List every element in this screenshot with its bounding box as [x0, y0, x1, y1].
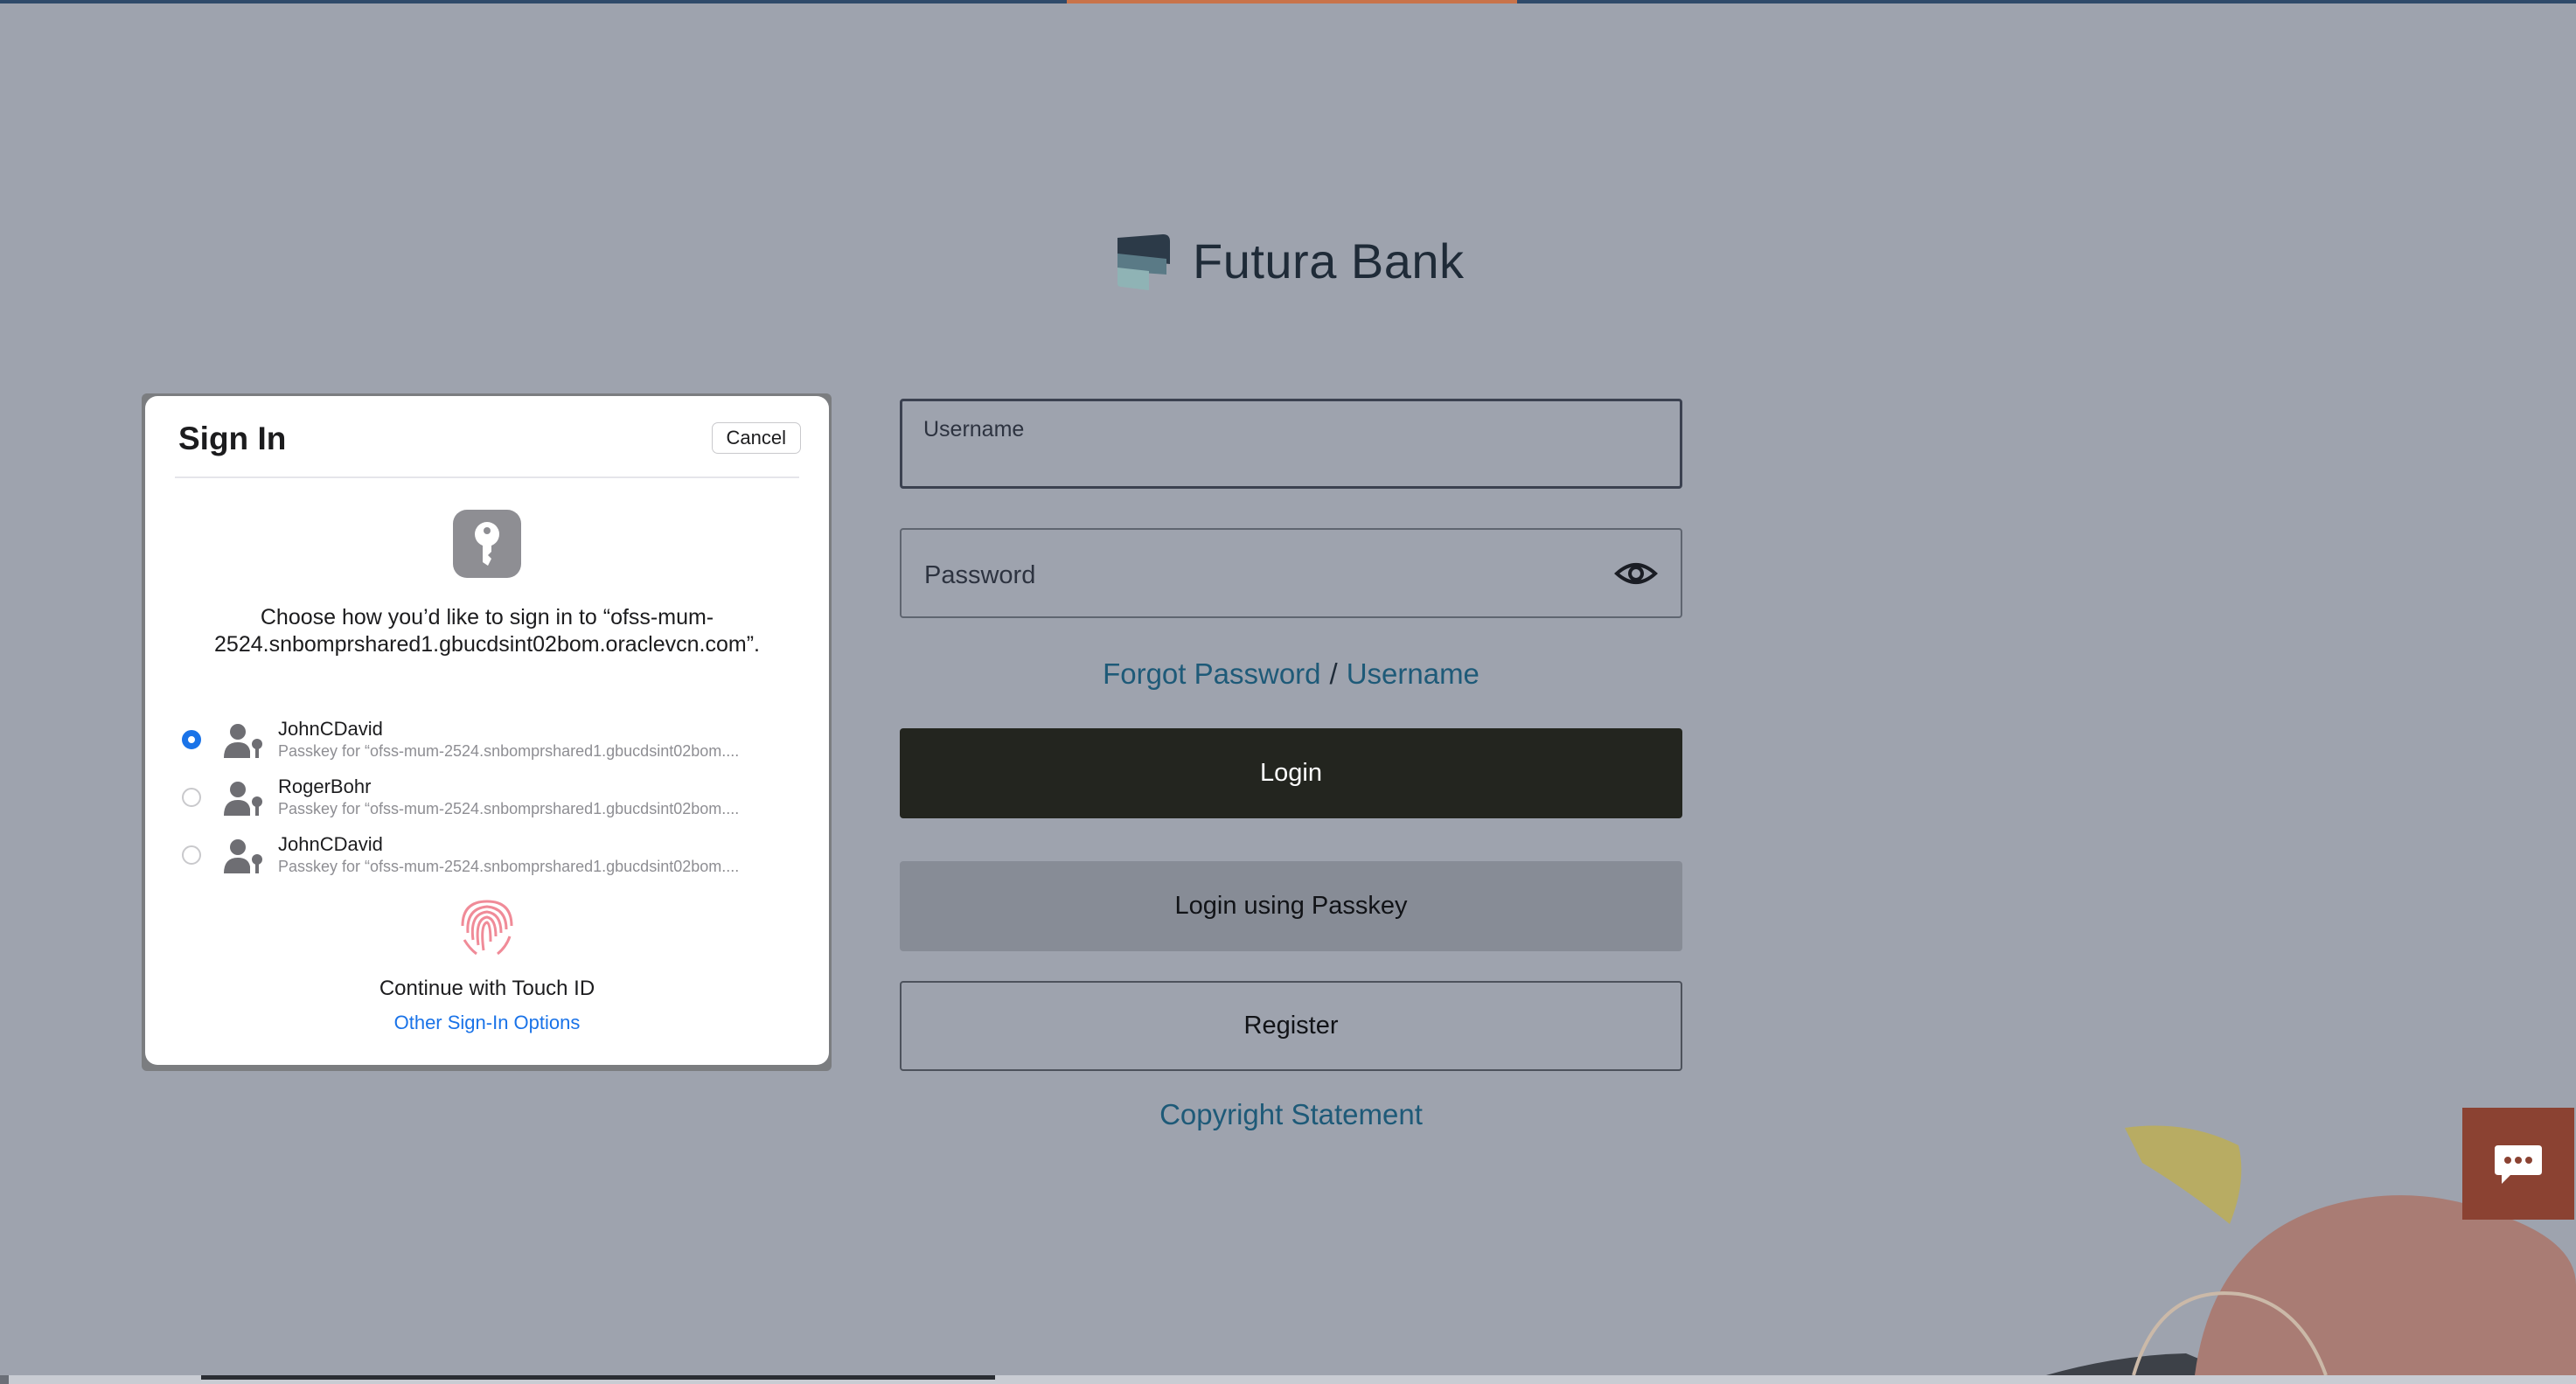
copyright-link[interactable]: Copyright Statement — [900, 1098, 1682, 1131]
username-label: Username — [923, 417, 1025, 442]
register-button[interactable]: Register — [900, 981, 1682, 1071]
account-name: JohnCDavid — [278, 718, 383, 740]
login-passkey-button[interactable]: Login using Passkey — [900, 861, 1682, 951]
person-key-icon — [224, 839, 262, 873]
account-name: RogerBohr — [278, 775, 372, 797]
touch-id-label: Continue with Touch ID — [379, 977, 595, 1000]
account-name: JohnCDavid — [278, 833, 383, 855]
top-bar-accent — [1067, 0, 1517, 3]
person-key-icon — [224, 724, 262, 758]
account-option[interactable]: JohnCDavid Passkey for “ofss-mum-2524.sn… — [182, 833, 794, 882]
brand-logo: Futura Bank — [1114, 229, 1465, 292]
other-signin-options-link[interactable]: Other Sign-In Options — [145, 1012, 829, 1034]
bottom-scroll-thumb[interactable] — [201, 1375, 995, 1380]
bottom-bar-corner — [0, 1375, 9, 1384]
account-detail: Passkey for “ofss-mum-2524.snbomprshared… — [278, 800, 740, 817]
radio-selected[interactable] — [182, 730, 201, 749]
forgot-password-link[interactable]: Forgot Password — [1103, 657, 1320, 690]
account-detail: Passkey for “ofss-mum-2524.snbomprshared… — [278, 742, 740, 760]
chat-button[interactable] — [2462, 1108, 2574, 1220]
dialog-prompt: Choose how you’d like to sign in to “ofs… — [214, 605, 760, 657]
account-detail: Passkey for “ofss-mum-2524.snbomprshared… — [278, 858, 740, 875]
username-input[interactable] — [923, 447, 1644, 480]
radio-unselected[interactable] — [182, 788, 201, 807]
key-icon — [453, 510, 521, 578]
account-option[interactable]: JohnCDavid Passkey for “ofss-mum-2524.sn… — [182, 718, 794, 767]
top-progress-bar — [0, 0, 2576, 3]
radio-unselected[interactable] — [182, 845, 201, 865]
signin-dialog: Sign In Cancel Choose how you’d like to … — [145, 396, 829, 1065]
eye-icon[interactable] — [1614, 554, 1658, 593]
cancel-button[interactable]: Cancel — [711, 422, 801, 454]
account-option[interactable]: RogerBohr Passkey for “ofss-mum-2524.snb… — [182, 775, 794, 824]
chat-bubble-icon — [2495, 1145, 2542, 1184]
login-button[interactable]: Login — [900, 728, 1682, 818]
brand-name: Futura Bank — [1193, 233, 1465, 289]
person-key-icon — [224, 782, 262, 816]
username-field[interactable]: Username — [900, 399, 1682, 489]
dialog-divider — [175, 476, 799, 478]
forgot-username-link[interactable]: Username — [1347, 657, 1479, 690]
forgot-separator: / — [1329, 657, 1338, 690]
forgot-credentials: Forgot Password / Username — [900, 657, 1682, 691]
dialog-title: Sign In — [178, 421, 287, 456]
fingerprint-icon[interactable] — [452, 891, 522, 961]
futura-logo-icon — [1117, 234, 1170, 290]
password-label: Password — [924, 561, 1036, 589]
password-field[interactable]: Password — [900, 528, 1682, 618]
bottom-bar — [0, 1375, 2576, 1384]
